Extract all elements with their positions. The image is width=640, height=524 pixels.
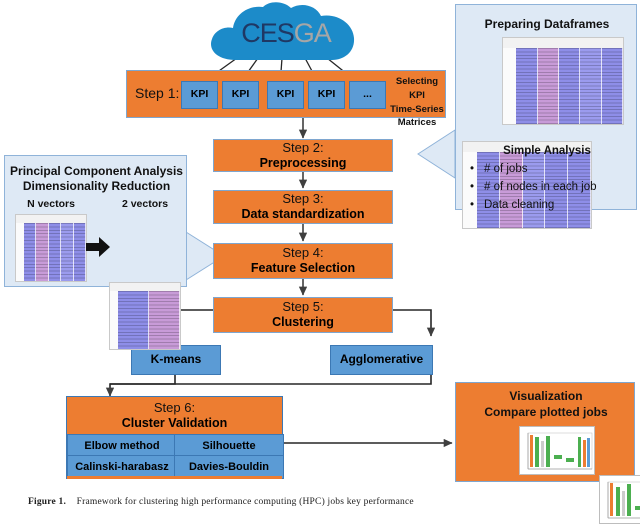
step4-subtitle: Feature Selection bbox=[250, 261, 356, 276]
kpi-list: KPI KPI KPI KPI ... bbox=[181, 81, 386, 109]
cesga-wordmark-part2: GA bbox=[293, 18, 332, 48]
panel-visualization-title-line2: Compare plotted jobs bbox=[484, 404, 608, 419]
bullet-item: • # of nodes in each job bbox=[468, 179, 638, 197]
step3-subtitle: Data standardization bbox=[241, 207, 365, 222]
step4-title: Step 4: bbox=[282, 245, 324, 261]
step6-subtitle: Cluster Validation bbox=[121, 415, 228, 430]
dataframe-thumbnail-back bbox=[502, 37, 624, 125]
kpi-box[interactable]: KPI bbox=[267, 81, 304, 109]
pca-thumbnail-after bbox=[109, 282, 181, 350]
step5-box[interactable]: Step 5: Clustering bbox=[213, 297, 393, 333]
figure-caption-label: Figure 1. bbox=[28, 497, 67, 507]
metric-label: Calinski-harabasz bbox=[75, 461, 169, 473]
arrow-algorithms-step6 bbox=[105, 375, 432, 397]
cesga-wordmark-part1: CES bbox=[241, 18, 295, 48]
sheet-columns bbox=[516, 48, 623, 124]
callout-pointer-dataframes bbox=[417, 129, 456, 179]
step1-bar[interactable]: Step 1: KPI KPI KPI KPI ... Selecting KP… bbox=[126, 70, 446, 128]
cesga-wordmark: CESGA bbox=[206, 18, 366, 49]
plot-svg bbox=[527, 432, 593, 470]
kpi-label: ... bbox=[363, 88, 372, 101]
algorithm-kmeans-label: K-means bbox=[150, 352, 202, 367]
figure-caption-text: Framework for clustering high performanc… bbox=[76, 497, 414, 507]
panel-pca-left-label: N vectors bbox=[27, 198, 75, 210]
bullet-dot: • bbox=[469, 180, 475, 193]
figure-caption: Figure 1. Framework for clustering high … bbox=[28, 497, 618, 507]
step6-title: Step 6: bbox=[153, 399, 196, 415]
bullet-item: • Data cleaning bbox=[468, 197, 638, 215]
step1-note-line3: Matrices bbox=[397, 117, 437, 129]
metric-label: Silhouette bbox=[202, 440, 256, 452]
step2-title: Step 2: bbox=[282, 139, 324, 155]
step3-box[interactable]: Step 3: Data standardization bbox=[213, 190, 393, 224]
visualization-plot-left bbox=[519, 426, 595, 475]
metric-label: Elbow method bbox=[84, 440, 160, 452]
step1-note-line2: Time-Series bbox=[390, 103, 444, 115]
cesga-cloud: CESGA bbox=[206, 2, 366, 64]
panel-dataframes-subtitle: Simple Analysis bbox=[503, 145, 591, 157]
algorithm-agglomerative-label: Agglomerative bbox=[339, 352, 424, 367]
bullet-item: • # of jobs bbox=[468, 161, 638, 179]
panel-dataframes-title: Preparing Dataframes bbox=[484, 17, 610, 31]
step6-header[interactable]: Step 6: Cluster Validation bbox=[67, 397, 282, 434]
step2-box[interactable]: Step 2: Preprocessing bbox=[213, 139, 393, 172]
panel-visualization: Visualization Compare plotted jobs bbox=[455, 382, 640, 524]
kpi-label: KPI bbox=[317, 88, 336, 101]
pca-thumbnail-before bbox=[15, 214, 87, 282]
sheet-columns bbox=[117, 290, 180, 349]
panel-pca-title-line1: Principal Component Analysis bbox=[10, 164, 183, 178]
kpi-box[interactable]: KPI bbox=[222, 81, 259, 109]
bullet-label: # of jobs bbox=[484, 163, 528, 175]
panel-pca: Principal Component Analysis Dimensional… bbox=[4, 155, 188, 350]
panel-preparing-dataframes: Preparing Dataframes Simple Analysis • # … bbox=[455, 4, 637, 229]
panel-pca-title-line2: Dimensionality Reduction bbox=[22, 179, 171, 193]
sheet-columns bbox=[23, 222, 86, 281]
step3-title: Step 3: bbox=[282, 191, 324, 207]
kpi-label: KPI bbox=[276, 88, 295, 101]
bullet-label: Data cleaning bbox=[484, 198, 555, 211]
bullet-dot: • bbox=[469, 198, 475, 211]
panel-pca-title: Principal Component Analysis Dimensional… bbox=[5, 164, 188, 194]
kpi-label: KPI bbox=[190, 88, 209, 101]
step5-subtitle: Clustering bbox=[272, 315, 334, 330]
sheet-row-index bbox=[503, 48, 518, 124]
metric-label: Davies-Bouldin bbox=[188, 461, 270, 473]
step1-note-line1: Selecting KPI bbox=[395, 76, 439, 101]
figure-canvas: CESGA Step 1: KPI KPI KPI KPI ... Select… bbox=[0, 0, 640, 524]
algorithm-agglomerative-box[interactable]: Agglomerative bbox=[330, 345, 433, 375]
step6-block: Step 6: Cluster Validation Elbow method … bbox=[66, 396, 284, 479]
step1-label: Step 1: bbox=[135, 85, 180, 101]
step5-title: Step 5: bbox=[282, 299, 324, 315]
panel-visualization-title-line1: Visualization bbox=[509, 389, 583, 403]
step6-bottom-accent bbox=[67, 476, 282, 479]
kpi-label: KPI bbox=[231, 88, 250, 101]
kpi-box[interactable]: KPI bbox=[181, 81, 218, 109]
pca-reduction-arrow-icon bbox=[85, 234, 111, 260]
bullet-label: # of nodes in each job bbox=[484, 180, 597, 193]
step1-note: Selecting KPI Time-Series Matrices bbox=[389, 75, 445, 130]
step2-subtitle: Preprocessing bbox=[259, 155, 347, 170]
kpi-box[interactable]: KPI bbox=[308, 81, 345, 109]
step4-box[interactable]: Step 4: Feature Selection bbox=[213, 243, 393, 279]
panel-pca-right-label: 2 vectors bbox=[121, 198, 169, 210]
panel-visualization-title: Visualization Compare plotted jobs bbox=[456, 389, 636, 420]
panel-dataframes-bullets: • # of jobs • # of nodes in each job • Data… bbox=[468, 161, 638, 214]
bullet-dot: • bbox=[469, 163, 475, 175]
kpi-box-ellipsis[interactable]: ... bbox=[349, 81, 386, 109]
